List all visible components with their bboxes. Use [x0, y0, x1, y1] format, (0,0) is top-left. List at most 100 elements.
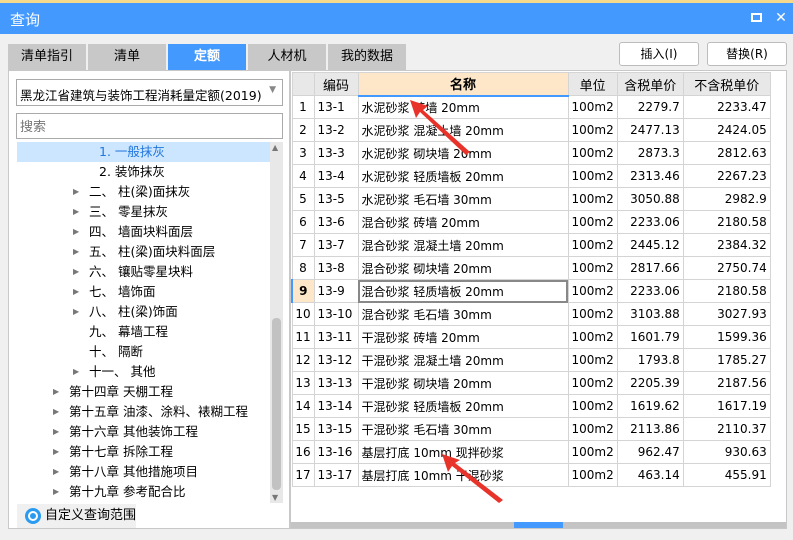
- unit-cell[interactable]: 100m2: [567, 463, 618, 487]
- tab-0[interactable]: 清单指引: [8, 44, 86, 70]
- name-cell[interactable]: 基层打底 10mm 干混砂浆: [357, 463, 569, 487]
- row-number[interactable]: 10: [291, 302, 315, 326]
- expand-icon[interactable]: ▶: [53, 462, 59, 482]
- column-header[interactable]: 不含税单价: [682, 72, 771, 96]
- row-number[interactable]: 3: [291, 141, 315, 165]
- name-cell[interactable]: 水泥砂浆 毛石墙 30mm: [357, 187, 569, 211]
- row-number[interactable]: 17: [291, 463, 315, 487]
- tree-node[interactable]: ▶ 八、 柱(梁)饰面: [17, 302, 270, 322]
- tax-price-cell[interactable]: 1619.62: [616, 394, 684, 418]
- tree-node[interactable]: ▶ 第十七章 拆除工程: [17, 442, 270, 462]
- code-cell[interactable]: 13-14: [313, 394, 359, 418]
- row-number[interactable]: 1: [291, 95, 315, 119]
- row-number[interactable]: 5: [291, 187, 315, 211]
- notax-price-cell[interactable]: 2233.47: [682, 95, 771, 119]
- unit-cell[interactable]: 100m2: [567, 348, 618, 372]
- code-cell[interactable]: 13-17: [313, 463, 359, 487]
- expand-icon[interactable]: ▶: [53, 442, 59, 462]
- expand-icon[interactable]: ▶: [53, 382, 59, 402]
- code-cell[interactable]: 13-7: [313, 233, 359, 257]
- expand-icon[interactable]: ▶: [73, 202, 79, 222]
- name-cell[interactable]: 混合砂浆 毛石墙 30mm: [357, 302, 569, 326]
- column-header[interactable]: 含税单价: [616, 72, 684, 96]
- search-input[interactable]: [16, 113, 283, 139]
- code-cell[interactable]: 13-8: [313, 256, 359, 280]
- code-cell[interactable]: 13-2: [313, 118, 359, 142]
- unit-cell[interactable]: 100m2: [567, 417, 618, 441]
- table-row[interactable]: 6 13-6 混合砂浆 砖墙 20mm 100m2 2233.06 2180.58: [291, 210, 771, 234]
- table-row[interactable]: 2 13-2 水泥砂浆 混凝土墙 20mm 100m2 2477.13 2424.05: [291, 118, 771, 142]
- unit-cell[interactable]: 100m2: [567, 394, 618, 418]
- table-row[interactable]: 1 13-1 水泥砂浆 砖墙 20mm 100m2 2279.7 2233.47: [291, 95, 771, 119]
- row-number[interactable]: 16: [291, 440, 315, 464]
- expand-icon[interactable]: ▶: [73, 262, 79, 282]
- tax-price-cell[interactable]: 3103.88: [616, 302, 684, 326]
- name-cell[interactable]: 混合砂浆 混凝土墙 20mm: [357, 233, 569, 257]
- table-row[interactable]: 15 13-15 干混砂浆 毛石墙 30mm 100m2 2113.86 2110.37: [291, 417, 771, 441]
- unit-cell[interactable]: 100m2: [567, 279, 618, 303]
- notax-price-cell[interactable]: 2110.37: [682, 417, 771, 441]
- notax-price-cell[interactable]: 2424.05: [682, 118, 771, 142]
- code-cell[interactable]: 13-12: [313, 348, 359, 372]
- tree-node[interactable]: ▶ 二、 柱(梁)面抹灰: [17, 182, 270, 202]
- unit-cell[interactable]: 100m2: [567, 118, 618, 142]
- custom-scope-button[interactable]: 自定义查询范围: [17, 504, 136, 528]
- name-cell[interactable]: 水泥砂浆 砌块墙 20mm: [357, 141, 569, 165]
- expand-icon[interactable]: ▶: [73, 282, 79, 302]
- name-cell[interactable]: 水泥砂浆 轻质墙板 20mm: [357, 164, 569, 188]
- unit-cell[interactable]: 100m2: [567, 256, 618, 280]
- expand-icon[interactable]: ▶: [73, 302, 79, 322]
- tree-node[interactable]: ▶ 三、 零星抹灰: [17, 202, 270, 222]
- table-row[interactable]: 17 13-17 基层打底 10mm 干混砂浆 100m2 463.14 455.91: [291, 463, 771, 487]
- code-cell[interactable]: 13-3: [313, 141, 359, 165]
- notax-price-cell[interactable]: 1785.27: [682, 348, 771, 372]
- code-cell[interactable]: 13-9: [313, 279, 359, 303]
- name-cell[interactable]: 混合砂浆 砖墙 20mm: [357, 210, 569, 234]
- tree-scrollbar[interactable]: ▲ ▼: [270, 142, 283, 503]
- tax-price-cell[interactable]: 2205.39: [616, 371, 684, 395]
- tree-node[interactable]: ▶ 第十八章 其他措施项目: [17, 462, 270, 482]
- table-row[interactable]: 12 13-12 干混砂浆 混凝土墙 20mm 100m2 1793.8 1785.27: [291, 348, 771, 372]
- table-row[interactable]: 4 13-4 水泥砂浆 轻质墙板 20mm 100m2 2313.46 2267.23: [291, 164, 771, 188]
- name-cell[interactable]: 干混砂浆 砌块墙 20mm: [357, 371, 569, 395]
- unit-cell[interactable]: 100m2: [567, 95, 618, 119]
- tax-price-cell[interactable]: 2233.06: [616, 279, 684, 303]
- code-cell[interactable]: 13-11: [313, 325, 359, 349]
- name-cell[interactable]: 水泥砂浆 砖墙 20mm: [357, 95, 569, 119]
- code-cell[interactable]: 13-16: [313, 440, 359, 464]
- tax-price-cell[interactable]: 2477.13: [616, 118, 684, 142]
- row-number[interactable]: 15: [291, 417, 315, 441]
- name-cell[interactable]: 干混砂浆 砖墙 20mm: [357, 325, 569, 349]
- table-row[interactable]: 7 13-7 混合砂浆 混凝土墙 20mm 100m2 2445.12 2384.32: [291, 233, 771, 257]
- table-row[interactable]: 14 13-14 干混砂浆 轻质墙板 20mm 100m2 1619.62 1617.19: [291, 394, 771, 418]
- notax-price-cell[interactable]: 2180.58: [682, 210, 771, 234]
- name-cell[interactable]: 干混砂浆 混凝土墙 20mm: [357, 348, 569, 372]
- code-cell[interactable]: 13-13: [313, 371, 359, 395]
- tree-node[interactable]: ▶ 第十四章 天棚工程: [17, 382, 270, 402]
- table-row[interactable]: 11 13-11 干混砂浆 砖墙 20mm 100m2 1601.79 1599.36: [291, 325, 771, 349]
- unit-cell[interactable]: 100m2: [567, 302, 618, 326]
- unit-cell[interactable]: 100m2: [567, 371, 618, 395]
- notax-price-cell[interactable]: 2384.32: [682, 233, 771, 257]
- tree-node[interactable]: 2. 装饰抹灰: [17, 162, 270, 182]
- notax-price-cell[interactable]: 2267.23: [682, 164, 771, 188]
- notax-price-cell[interactable]: 2180.58: [682, 279, 771, 303]
- notax-price-cell[interactable]: 2982.9: [682, 187, 771, 211]
- column-header[interactable]: 名称: [357, 72, 569, 97]
- row-number[interactable]: 8: [291, 256, 315, 280]
- table-row[interactable]: 8 13-8 混合砂浆 砌块墙 20mm 100m2 2817.66 2750.74: [291, 256, 771, 280]
- notax-price-cell[interactable]: 1617.19: [682, 394, 771, 418]
- tax-price-cell[interactable]: 2233.06: [616, 210, 684, 234]
- expand-icon[interactable]: ▶: [53, 402, 59, 422]
- code-cell[interactable]: 13-4: [313, 164, 359, 188]
- code-cell[interactable]: 13-1: [313, 95, 359, 119]
- expand-icon[interactable]: ▶: [73, 222, 79, 242]
- tab-4[interactable]: 我的数据: [328, 44, 406, 70]
- tax-price-cell[interactable]: 2445.12: [616, 233, 684, 257]
- tree-node[interactable]: ▶ 第十九章 参考配合比: [17, 482, 270, 502]
- tax-price-cell[interactable]: 2873.3: [616, 141, 684, 165]
- name-cell[interactable]: 干混砂浆 轻质墙板 20mm: [357, 394, 569, 418]
- scroll-down-icon[interactable]: ▼: [272, 493, 278, 502]
- table-row[interactable]: 10 13-10 混合砂浆 毛石墙 30mm 100m2 3103.88 3027.93: [291, 302, 771, 326]
- unit-cell[interactable]: 100m2: [567, 440, 618, 464]
